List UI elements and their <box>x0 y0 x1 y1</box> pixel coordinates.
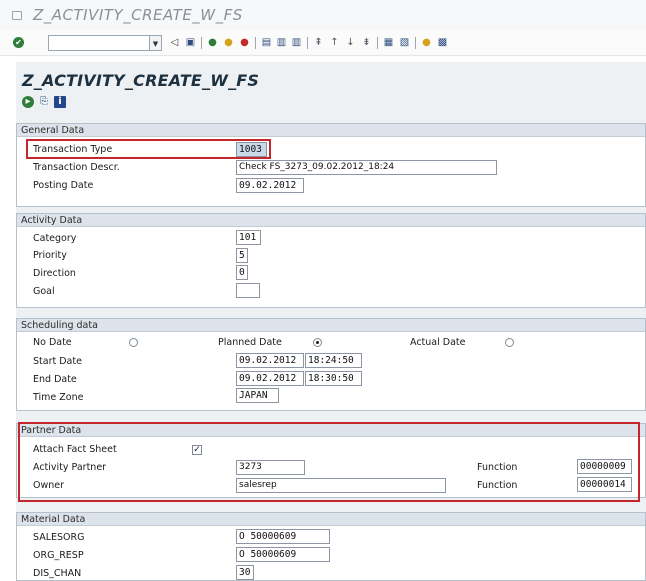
activity-partner-label: Activity Partner <box>33 462 107 473</box>
activity-partner-function-field[interactable]: 00000009 <box>577 459 632 474</box>
activity-partner-field[interactable]: 3273 <box>236 460 305 475</box>
owner-function-label: Function <box>477 480 518 491</box>
window-menu-icon[interactable] <box>12 11 22 20</box>
screen-title: Z_ACTIVITY_CREATE_W_FS <box>22 71 260 90</box>
goal-label: Goal <box>33 286 55 297</box>
exit-icon[interactable]: ● <box>222 36 235 49</box>
activity-partner-function-label: Function <box>477 462 518 473</box>
first-page-icon[interactable]: ⇞ <box>312 36 325 49</box>
save-icon[interactable]: ▣ <box>184 36 197 49</box>
dis-chan-field[interactable]: 30 <box>236 565 254 580</box>
create-session-icon[interactable]: ▦ <box>382 36 395 49</box>
owner-function-field[interactable]: 00000014 <box>577 477 632 492</box>
attach-fact-sheet-checkbox[interactable]: ✓ <box>192 445 202 455</box>
back-icon[interactable]: ● <box>206 36 219 49</box>
print-icon[interactable]: ▤ <box>260 36 273 49</box>
direction-label: Direction <box>33 268 76 279</box>
info-icon[interactable]: i <box>54 96 66 108</box>
toolbar-separator <box>255 37 256 49</box>
posting-date-label: Posting Date <box>33 180 94 191</box>
time-zone-label: Time Zone <box>33 392 84 403</box>
toolbar-separator <box>377 37 378 49</box>
org-resp-field[interactable]: O 50000609 <box>236 547 330 562</box>
end-date-label: End Date <box>33 374 77 385</box>
end-time-field[interactable]: 18:30:50 <box>305 371 362 386</box>
toolbar-separator <box>201 37 202 49</box>
start-date-field[interactable]: 09.02.2012 <box>236 353 304 368</box>
salesorg-label: SALESORG <box>33 532 85 543</box>
start-date-label: Start Date <box>33 356 82 367</box>
copy-icon[interactable]: ⎘ <box>38 96 50 108</box>
start-time-field[interactable]: 18:24:50 <box>305 353 362 368</box>
prev-page-icon[interactable]: ↑ <box>328 36 341 49</box>
standard-toolbar: ✔ ▼ ◁ ▣ ● ● ● ▤ ▥ ▥ ⇞ ↑ ↓ ⇟ ▦ ▧ ● ▩ <box>0 30 646 56</box>
group-header: Activity Data <box>17 214 645 227</box>
planned-date-radio[interactable] <box>313 338 322 347</box>
group-header: Material Data <box>17 513 645 526</box>
help-icon[interactable]: ● <box>420 36 433 49</box>
posting-date-field[interactable]: 09.02.2012 <box>236 178 304 193</box>
time-zone-field[interactable]: JAPAN <box>236 388 279 403</box>
group-header: Scheduling data <box>17 319 645 332</box>
group-header: General Data <box>17 124 645 137</box>
attach-fact-sheet-label: Attach Fact Sheet <box>33 444 117 455</box>
window-title: Z_ACTIVITY_CREATE_W_FS <box>33 6 243 24</box>
command-field[interactable] <box>48 35 150 51</box>
end-date-field[interactable]: 09.02.2012 <box>236 371 304 386</box>
actual-date-label: Actual Date <box>410 337 466 348</box>
shortcut-icon[interactable]: ▧ <box>398 36 411 49</box>
last-page-icon[interactable]: ⇟ <box>360 36 373 49</box>
find-icon[interactable]: ▥ <box>275 36 288 49</box>
enter-icon[interactable]: ✔ <box>13 37 24 48</box>
org-resp-label: ORG_RESP <box>33 550 84 561</box>
window-titlebar: Z_ACTIVITY_CREATE_W_FS <box>0 0 646 30</box>
transaction-descr-label: Transaction Descr. <box>33 162 120 173</box>
toolbar-separator <box>415 37 416 49</box>
direction-field[interactable]: 0 <box>236 265 248 280</box>
activity-data-group: Activity Data <box>16 213 646 308</box>
find-next-icon[interactable]: ▥ <box>290 36 303 49</box>
transaction-type-highlight <box>26 139 271 159</box>
dis-chan-label: DIS_CHAN <box>33 568 82 579</box>
priority-label: Priority <box>33 250 67 261</box>
transaction-descr-field[interactable]: Check FS_3273_09.02.2012_18:24 <box>236 160 497 175</box>
owner-label: Owner <box>33 480 65 491</box>
material-data-group: Material Data <box>16 512 646 581</box>
command-dropdown-button[interactable]: ▼ <box>150 35 162 51</box>
back-arrow-icon[interactable]: ◁ <box>168 36 181 49</box>
category-label: Category <box>33 233 77 244</box>
cancel-icon[interactable]: ● <box>238 36 251 49</box>
actual-date-radio[interactable] <box>505 338 514 347</box>
next-page-icon[interactable]: ↓ <box>344 36 357 49</box>
execute-icon[interactable]: ▸ <box>22 96 34 108</box>
layout-icon[interactable]: ▩ <box>436 36 449 49</box>
no-date-label: No Date <box>33 337 72 348</box>
planned-date-label: Planned Date <box>218 337 282 348</box>
category-field[interactable]: 101 <box>236 230 261 245</box>
no-date-radio[interactable] <box>129 338 138 347</box>
priority-field[interactable]: 5 <box>236 248 248 263</box>
salesorg-field[interactable]: O 50000609 <box>236 529 330 544</box>
goal-field[interactable] <box>236 283 260 298</box>
toolbar-separator <box>307 37 308 49</box>
owner-field[interactable]: salesrep <box>236 478 446 493</box>
